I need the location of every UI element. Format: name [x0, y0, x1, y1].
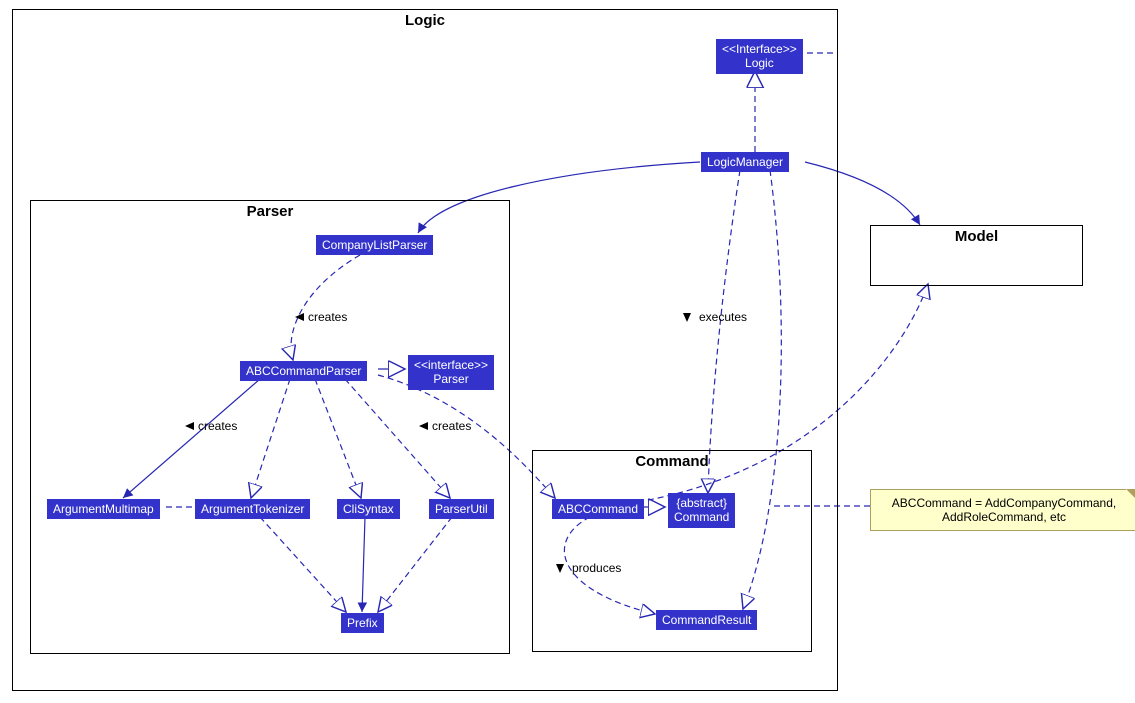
- class-abc-command-parser: ABCCommandParser: [240, 361, 367, 381]
- label-executes: executes: [699, 310, 747, 324]
- label-creates-1: creates: [308, 310, 347, 324]
- class-parser-util: ParserUtil: [429, 499, 494, 519]
- diagram-canvas: Logic Parser Command Model <<Interface>>…: [0, 0, 1135, 703]
- class-logic-manager: LogicManager: [701, 152, 789, 172]
- class-interface-parser-label: <<interface>> Parser: [414, 358, 488, 386]
- package-model: Model: [870, 225, 1083, 286]
- class-parser-util-label: ParserUtil: [435, 502, 488, 516]
- class-interface-logic: <<Interface>> Logic: [716, 39, 803, 74]
- package-model-title: Model: [871, 228, 1082, 245]
- class-prefix-label: Prefix: [347, 616, 378, 630]
- class-abstract-command-label: {abstract} Command: [674, 496, 729, 524]
- label-produces: produces: [572, 561, 621, 575]
- class-cli-syntax-label: CliSyntax: [343, 502, 394, 516]
- package-command-title: Command: [533, 453, 811, 470]
- package-parser-title: Parser: [31, 203, 509, 220]
- class-interface-parser: <<interface>> Parser: [408, 355, 494, 390]
- class-company-list-parser: CompanyListParser: [316, 235, 433, 255]
- class-argument-multimap-label: ArgumentMultimap: [53, 502, 154, 516]
- class-abc-command-parser-label: ABCCommandParser: [246, 364, 361, 378]
- class-company-list-parser-label: CompanyListParser: [322, 238, 427, 252]
- class-argument-tokenizer: ArgumentTokenizer: [195, 499, 310, 519]
- class-argument-multimap: ArgumentMultimap: [47, 499, 160, 519]
- class-interface-logic-label: <<Interface>> Logic: [722, 42, 797, 70]
- label-creates-2: creates: [198, 419, 237, 433]
- class-prefix: Prefix: [341, 613, 384, 633]
- note-abccommand: ABCCommand = AddCompanyCommand, AddRoleC…: [870, 489, 1135, 531]
- class-abc-command: ABCCommand: [552, 499, 644, 519]
- class-abstract-command: {abstract} Command: [668, 493, 735, 528]
- class-command-result-label: CommandResult: [662, 613, 751, 627]
- note-abccommand-text: ABCCommand = AddCompanyCommand, AddRoleC…: [892, 496, 1116, 524]
- package-logic-title: Logic: [13, 12, 837, 29]
- class-abc-command-label: ABCCommand: [558, 502, 638, 516]
- class-logic-manager-label: LogicManager: [707, 155, 783, 169]
- class-cli-syntax: CliSyntax: [337, 499, 400, 519]
- note-fold-icon: [1126, 489, 1135, 501]
- class-argument-tokenizer-label: ArgumentTokenizer: [201, 502, 304, 516]
- class-command-result: CommandResult: [656, 610, 757, 630]
- label-creates-3: creates: [432, 419, 471, 433]
